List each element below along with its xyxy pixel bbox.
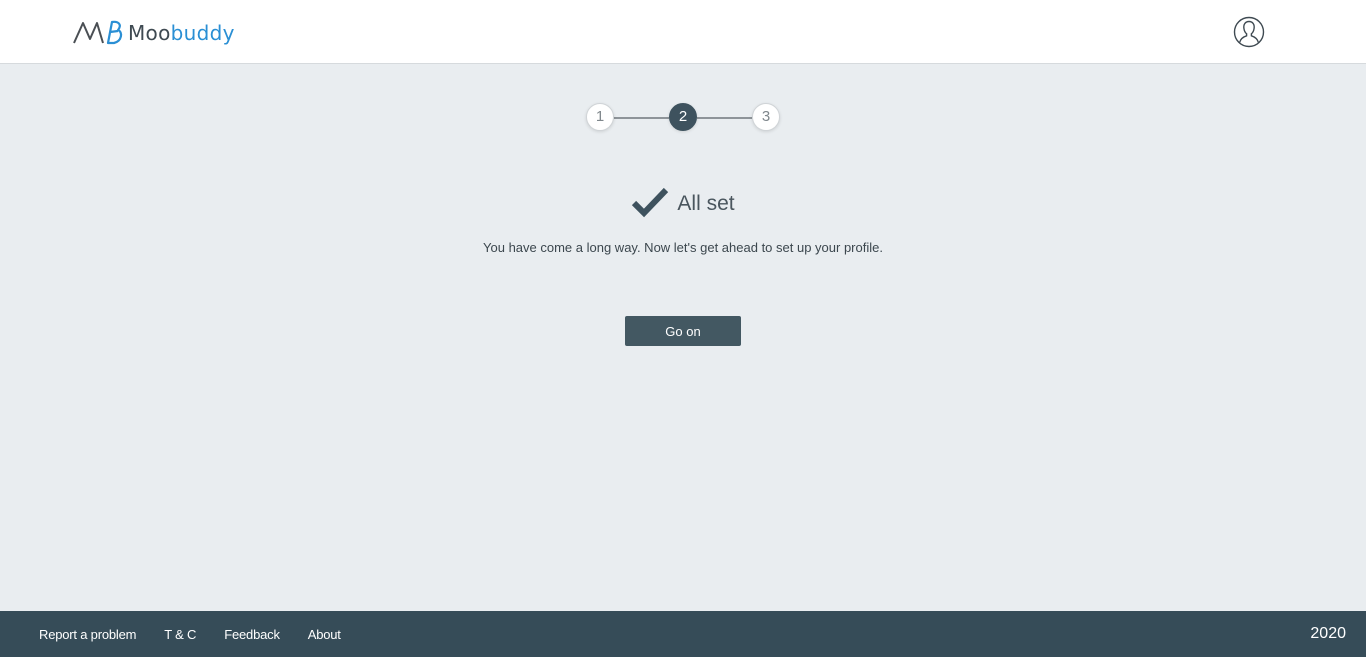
- footer-link-report-problem[interactable]: Report a problem: [39, 627, 136, 642]
- mb-logo-icon: [73, 20, 123, 45]
- page-subtitle: You have come a long way. Now let's get …: [483, 240, 883, 255]
- brand-name-part1: Moo: [128, 21, 171, 45]
- step-3: 3: [752, 103, 780, 131]
- user-avatar-icon[interactable]: [1233, 16, 1265, 48]
- brand-logo[interactable]: Moobuddy: [72, 19, 235, 47]
- progress-stepper: 1 2 3: [585, 103, 781, 131]
- footer-link-terms[interactable]: T & C: [164, 627, 196, 642]
- stepper-connector: [614, 117, 669, 119]
- footer-link-about[interactable]: About: [308, 627, 341, 642]
- page-title: All set: [677, 192, 735, 215]
- checkmark-icon: [632, 187, 669, 218]
- brand-name: Moobuddy: [128, 19, 235, 47]
- go-on-button[interactable]: Go on: [625, 316, 741, 346]
- footer-year: 2020: [1310, 625, 1346, 642]
- stepper-connector: [697, 117, 752, 119]
- footer-link-feedback[interactable]: Feedback: [224, 627, 280, 642]
- top-header: Moobuddy: [0, 0, 1366, 64]
- headline: All set: [0, 186, 1366, 218]
- step-2-current: 2: [669, 103, 697, 131]
- brand-name-part2: buddy: [170, 21, 235, 45]
- step-1: 1: [586, 103, 614, 131]
- footer: Report a problem T & C Feedback About 20…: [0, 611, 1366, 657]
- footer-nav: Report a problem T & C Feedback About: [39, 611, 369, 657]
